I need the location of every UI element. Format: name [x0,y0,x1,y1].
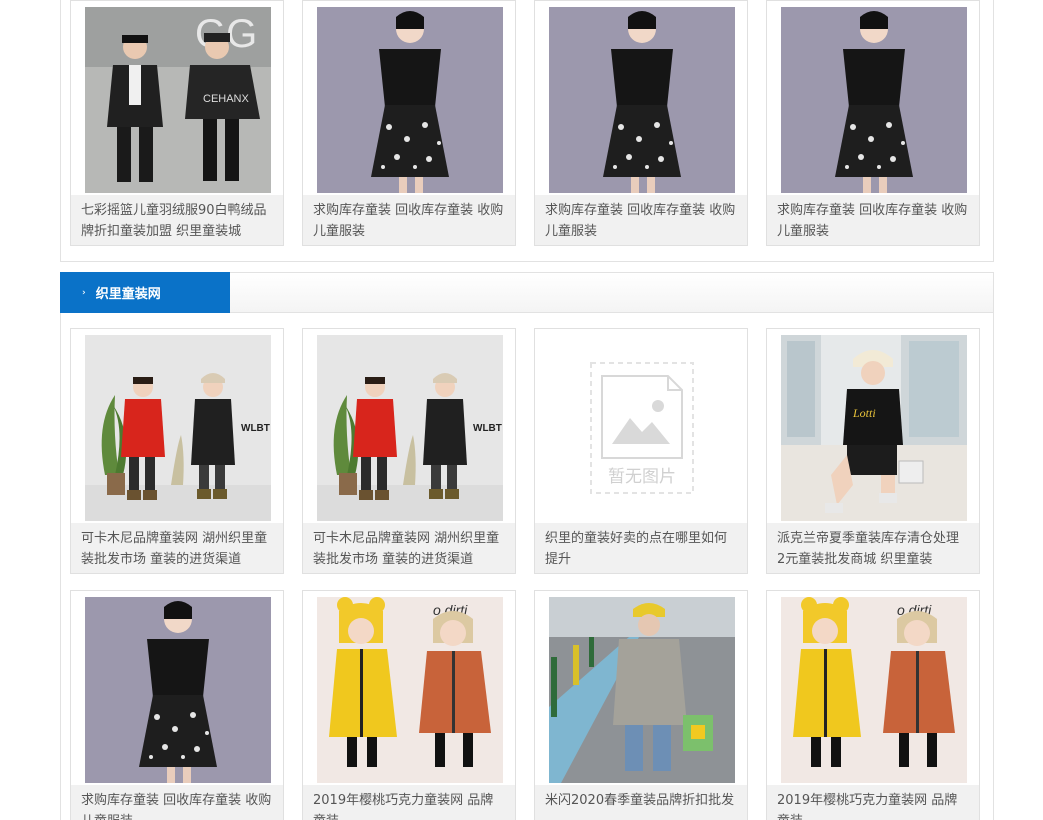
section-title-tab[interactable]: › 织里童装网 [60,272,230,313]
svg-text:Lotti: Lotti [852,406,876,420]
product-caption[interactable]: 求购库存童装 回收库存童装 收购儿童服装 [767,195,979,245]
product-section-top: GG CEHANX 七彩摇篮儿童羽绒服90白鸭绒品 [60,0,994,262]
product-card[interactable]: 求购库存童装 回收库存童装 收购儿童服装 [534,0,748,246]
section-title: 织里童装网 [95,287,161,302]
svg-text:CEHANX: CEHANX [203,93,250,105]
product-image[interactable]: o dirti [317,597,503,783]
product-caption[interactable]: 派克兰帝夏季童装库存清仓处理 2元童装批发商城 织里童装 [767,523,979,573]
product-image[interactable] [549,597,735,783]
product-caption[interactable]: 米闪2020春季童装品牌折扣批发 [535,785,747,820]
product-card[interactable]: o dirti 2019年樱桃巧克力童装网 品牌童装 [302,590,516,820]
product-caption[interactable]: 求购库存童装 回收库存童装 收购儿童服装 [303,195,515,245]
product-image[interactable]: o dirti [781,597,967,783]
product-card[interactable]: GG CEHANX 七彩摇篮儿童羽绒服90白鸭绒品 [70,0,284,246]
product-caption[interactable]: 可卡木尼品牌童装网 湖州织里童装批发市场 童装的进货渠道 [71,523,283,573]
product-image[interactable]: WLBT [317,335,503,521]
product-card[interactable]: Lotti 派克兰帝夏季童装库存清仓处理 2元童装批发商城 织里童装 [766,328,980,574]
product-card[interactable]: 求购库存童装 回收库存童装 收购儿童服装 [766,0,980,246]
chevron-right-icon: › [82,287,86,298]
product-image[interactable] [85,597,271,783]
product-image[interactable] [317,7,503,193]
section-header: › 织里童装网 [60,272,993,313]
product-card[interactable]: 米闪2020春季童装品牌折扣批发 [534,590,748,820]
product-image[interactable] [549,7,735,193]
no-image-placeholder[interactable]: 暂无图片 [549,335,735,521]
product-card[interactable]: 求购库存童装 回收库存童装 收购儿童服装 [302,0,516,246]
no-image-icon: 暂无图片 [590,362,694,494]
product-card[interactable]: o dirti 2019年樱桃巧克力童装网 品牌童装 [766,590,980,820]
product-image[interactable]: WLBT [85,335,271,521]
svg-text:WLBT: WLBT [473,423,502,434]
product-image[interactable]: Lotti [781,335,967,521]
product-image[interactable]: GG CEHANX [85,7,271,193]
product-image[interactable] [781,7,967,193]
product-card[interactable]: 暂无图片 织里的童装好卖的点在哪里如何提升 [534,328,748,574]
product-card[interactable]: WLBT 可卡木尼品牌童装网 湖州织里童装批发市场 童装的进货渠道 [302,328,516,574]
product-card[interactable]: WLBT 可卡木尼品牌童装网 湖州织里童装批发市场 童装的进货渠道 [70,328,284,574]
product-caption[interactable]: 2019年樱桃巧克力童装网 品牌童装 [303,785,515,820]
product-caption[interactable]: 2019年樱桃巧克力童装网 品牌童装 [767,785,979,820]
product-section-zhili: › 织里童装网 WLBT 可卡木尼品牌童装网 湖州织里童装批发市场 童装的进货渠… [60,272,994,820]
svg-text:WLBT: WLBT [241,423,270,434]
product-caption[interactable]: 织里的童装好卖的点在哪里如何提升 [535,523,747,573]
product-caption[interactable]: 求购库存童装 回收库存童装 收购儿童服装 [71,785,283,820]
product-caption[interactable]: 求购库存童装 回收库存童装 收购儿童服装 [535,195,747,245]
product-card[interactable]: 求购库存童装 回收库存童装 收购儿童服装 [70,590,284,820]
product-caption[interactable]: 七彩摇篮儿童羽绒服90白鸭绒品牌折扣童装加盟 织里童装城 [71,195,283,245]
product-caption[interactable]: 可卡木尼品牌童装网 湖州织里童装批发市场 童装的进货渠道 [303,523,515,573]
page: GG CEHANX 七彩摇篮儿童羽绒服90白鸭绒品 [0,0,1043,820]
no-image-text: 暂无图片 [608,467,676,487]
